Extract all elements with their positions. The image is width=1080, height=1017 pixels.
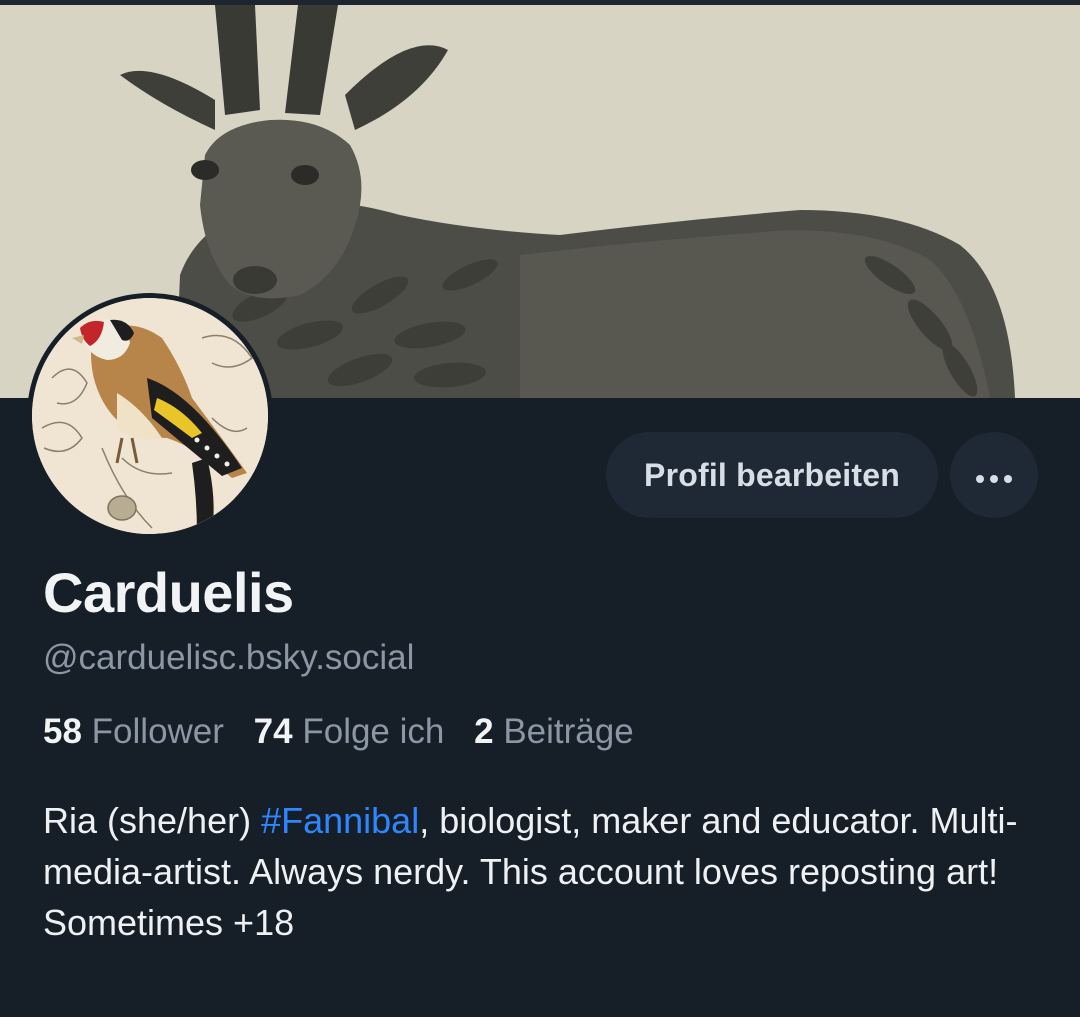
avatar-image xyxy=(32,298,268,534)
followers-stat[interactable]: 58 Follower xyxy=(43,712,224,751)
ellipsis-icon xyxy=(974,458,1014,492)
posts-count: 2 xyxy=(474,712,494,751)
following-label: Folge ich xyxy=(302,712,445,751)
bio-text-start: Ria (she/her) xyxy=(43,800,262,841)
profile-avatar[interactable] xyxy=(27,293,273,539)
following-count: 74 xyxy=(253,712,293,751)
display-name: Carduelis xyxy=(43,561,294,624)
more-options-button[interactable] xyxy=(950,432,1038,518)
edit-profile-label: Profil bearbeiten xyxy=(644,456,900,493)
bio-hashtag-link[interactable]: #Fannibal xyxy=(261,800,419,841)
followers-label: Follower xyxy=(91,712,224,751)
profile-stats: 58 Follower 74 Folge ich 2 Beiträge xyxy=(43,712,654,752)
posts-stat: 2 Beiträge xyxy=(474,712,634,751)
following-stat[interactable]: 74 Folge ich xyxy=(254,712,445,751)
edit-profile-button[interactable]: Profil bearbeiten xyxy=(606,432,938,518)
followers-count: 58 xyxy=(43,712,82,751)
posts-label: Beiträge xyxy=(503,712,634,751)
profile-handle: @carduelisc.bsky.social xyxy=(43,638,415,677)
goldfinch-illustration xyxy=(32,298,268,534)
profile-page: Profil bearbeiten Carduelis @carduelisc.… xyxy=(0,0,1080,1017)
profile-bio: Ria (she/her) #Fannibal, biologist, make… xyxy=(43,795,1043,948)
